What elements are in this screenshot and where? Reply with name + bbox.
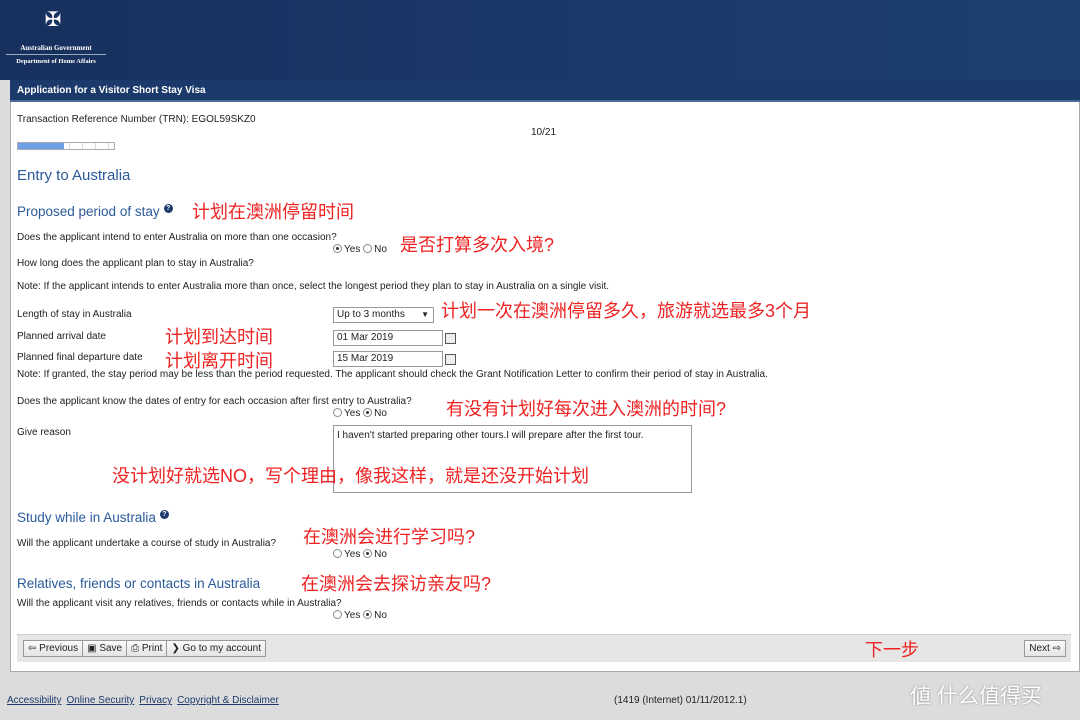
question-label: How long does the applicant plan to stay…: [17, 258, 254, 269]
departure-label: Planned final departure date: [17, 352, 143, 363]
radio-yes[interactable]: [333, 244, 342, 253]
radio-yes[interactable]: [333, 549, 342, 558]
annotation: 在澳洲会进行学习吗?: [303, 527, 476, 547]
annotation: 计划在澳洲停留时间: [192, 202, 354, 222]
question-label: Will the applicant visit any relatives, …: [17, 598, 342, 609]
version: (1419 (Internet) 01/11/2012.1): [614, 695, 747, 706]
radio-yes[interactable]: [333, 408, 342, 417]
footer-link-privacy[interactable]: Privacy: [139, 695, 172, 706]
departure-date-input[interactable]: 15 Mar 2019: [333, 351, 456, 367]
page-indicator: 10/21: [531, 127, 557, 138]
length-label: Length of stay in Australia: [17, 309, 132, 320]
previous-button[interactable]: ⇦ Previous: [23, 640, 84, 657]
footer-link-security[interactable]: Online Security: [66, 695, 134, 706]
help-icon[interactable]: ?: [159, 510, 169, 519]
annotation: 下一步: [865, 640, 919, 660]
go-to-account-button[interactable]: ❯ Go to my account: [166, 640, 266, 657]
note: Note: If granted, the stay period may be…: [17, 369, 768, 380]
coat-of-arms-icon: ✠: [44, 9, 62, 31]
button-bar: ⇦ Previous ▣ Save ⎙ Print ❯ Go to my accoun…: [17, 634, 1071, 662]
question-label: Does the applicant know the dates of ent…: [17, 396, 412, 407]
annotation: 是否打算多次入境?: [400, 235, 555, 255]
print-button[interactable]: ⎙ Print: [126, 640, 168, 657]
annotation: 没计划好就选NO，写个理由，像我这样，就是还没开始计划: [112, 466, 589, 486]
radio-no[interactable]: [363, 610, 373, 619]
chevron-down-icon: ▼: [421, 310, 429, 319]
page-title: Entry to Australia: [17, 167, 131, 184]
save-icon: ▣: [87, 643, 97, 654]
dept-name: Department of Home Affairs: [16, 58, 96, 65]
help-icon[interactable]: ?: [163, 204, 173, 213]
radio-no[interactable]: [363, 408, 373, 417]
trn: Transaction Reference Number (TRN): EGOL…: [17, 114, 256, 125]
print-icon: ⎙: [131, 643, 140, 654]
length-of-stay-select[interactable]: Up to 3 months ▼: [333, 307, 434, 323]
annotation: 在澳洲会去探访亲友吗?: [301, 574, 492, 594]
section-heading: Proposed period of stay?: [17, 204, 173, 219]
question-label: Will the applicant undertake a course of…: [17, 538, 277, 549]
section-heading: Relatives, friends or contacts in Austra…: [17, 576, 261, 591]
progress-fill: [18, 143, 64, 149]
question-label: Does the applicant intend to enter Austr…: [17, 232, 337, 243]
arrival-label: Planned arrival date: [17, 331, 106, 342]
multiple-entry-radio[interactable]: Yes No: [333, 244, 387, 255]
relatives-radio[interactable]: Yes No: [333, 610, 387, 621]
watermark: 値 什么值得买: [910, 685, 1042, 708]
site-header: ✠ Australian Government Department of Ho…: [0, 0, 1080, 80]
gov-name: Australian Government: [6, 44, 106, 55]
radio-no[interactable]: [363, 244, 373, 253]
annotation: 有没有计划好每次进入澳洲的时间?: [446, 399, 727, 419]
arrival-date-input[interactable]: 01 Mar 2019: [333, 330, 456, 346]
app-title: Application for a Visitor Short Stay Vis…: [10, 80, 1080, 102]
reason-label: Give reason: [17, 427, 71, 438]
footer-link-copyright[interactable]: Copyright & Disclaimer: [177, 695, 279, 706]
save-button[interactable]: ▣ Save: [82, 640, 128, 657]
note: Note: If the applicant intends to enter …: [17, 281, 610, 292]
study-radio[interactable]: Yes No: [333, 549, 387, 560]
calendar-icon[interactable]: [445, 354, 456, 365]
footer-link-accessibility[interactable]: Accessibility: [7, 695, 61, 706]
radio-no[interactable]: [363, 549, 373, 558]
progress-bar: [17, 142, 115, 150]
calendar-icon[interactable]: [445, 333, 456, 344]
entry-dates-radio[interactable]: Yes No: [333, 408, 387, 419]
footer-links: Accessibility Online Security Privacy Copyr…: [7, 695, 284, 706]
annotation: 计划一次在澳洲停留多久，旅游就选最多3个月: [441, 301, 812, 321]
next-button[interactable]: Next ⇨: [1024, 640, 1066, 657]
section-heading: Study while in Australia?: [17, 510, 169, 525]
radio-yes[interactable]: [333, 610, 342, 619]
watermark-logo-icon: 値: [910, 685, 931, 708]
annotation: 计划到达时间: [165, 327, 273, 347]
